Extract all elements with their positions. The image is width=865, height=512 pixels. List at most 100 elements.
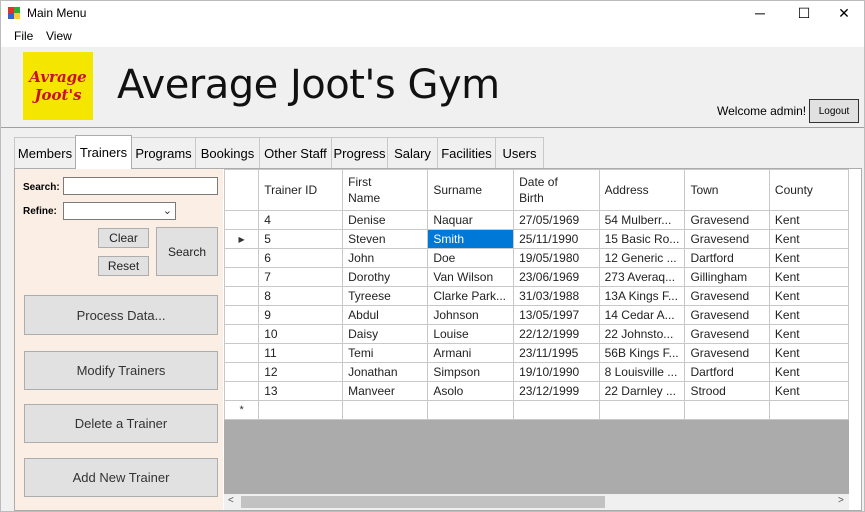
table-cell[interactable]: 5 (258, 229, 344, 249)
table-cell[interactable]: 10 (258, 324, 344, 344)
add-trainer-button[interactable]: Add New Trainer (24, 458, 218, 497)
row-header[interactable]: ▶ (224, 229, 260, 249)
table-cell[interactable]: Naquar (427, 210, 515, 230)
new-row-cell[interactable] (258, 400, 344, 420)
table-cell[interactable]: Gravesend (684, 286, 770, 306)
new-row-cell[interactable] (684, 400, 770, 420)
tab-trainers[interactable]: Trainers (75, 135, 132, 169)
table-cell[interactable]: Kent (768, 343, 849, 363)
table-cell[interactable]: 14 Cedar A... (598, 305, 686, 325)
table-cell[interactable]: Kent (768, 229, 849, 249)
row-header[interactable] (224, 343, 260, 363)
table-cell[interactable]: Jonathan (342, 362, 429, 382)
column-header[interactable]: Date of Birth (513, 169, 600, 211)
row-header[interactable] (224, 381, 260, 401)
column-header[interactable]: County (768, 169, 849, 211)
table-cell[interactable]: Kent (768, 381, 849, 401)
column-header[interactable]: Address (598, 169, 686, 211)
scroll-right-icon[interactable]: > (838, 495, 844, 506)
table-cell[interactable]: Abdul (342, 305, 429, 325)
table-cell[interactable]: Kent (768, 210, 849, 230)
reset-button[interactable]: Reset (98, 256, 149, 276)
new-row[interactable]: * (224, 400, 849, 420)
new-row-header[interactable]: * (224, 400, 260, 420)
table-cell[interactable]: John (342, 248, 429, 268)
table-cell[interactable]: Johnson (427, 305, 515, 325)
new-row-cell[interactable] (598, 400, 686, 420)
table-row[interactable]: 4 Denise Naquar 27/05/1969 54 Mulberr... Grav… (224, 210, 849, 230)
table-cell[interactable]: Tyreese (342, 286, 429, 306)
table-cell[interactable]: Kent (768, 324, 849, 344)
table-cell[interactable]: 19/05/1980 (513, 248, 600, 268)
refine-dropdown[interactable]: ⌄ (63, 202, 176, 220)
table-cell[interactable]: Manveer (342, 381, 429, 401)
table-cell[interactable]: Asolo (427, 381, 515, 401)
table-cell[interactable]: 23/11/1995 (513, 343, 600, 363)
table-cell[interactable]: 13/05/1997 (513, 305, 600, 325)
menu-view[interactable]: View (46, 29, 72, 43)
logout-button[interactable]: Logout (809, 99, 859, 123)
search-button[interactable]: Search (156, 227, 218, 276)
table-cell[interactable]: Steven (342, 229, 429, 249)
tab-progress[interactable]: Progress (331, 137, 388, 168)
row-header[interactable] (224, 210, 260, 230)
minimize-button[interactable]: ─ (738, 1, 782, 25)
table-cell[interactable]: 23/06/1969 (513, 267, 600, 287)
table-cell[interactable]: Gravesend (684, 305, 770, 325)
modify-trainers-button[interactable]: Modify Trainers (24, 351, 218, 390)
row-header[interactable] (224, 248, 260, 268)
table-cell[interactable]: Dartford (684, 248, 770, 268)
table-cell[interactable]: Simpson (427, 362, 515, 382)
tab-other-staff[interactable]: Other Staff (259, 137, 332, 168)
table-cell[interactable]: Temi (342, 343, 429, 363)
table-cell[interactable]: 15 Basic Ro... (598, 229, 686, 249)
column-header[interactable]: First Name (342, 169, 429, 211)
table-cell[interactable]: 7 (258, 267, 344, 287)
new-row-cell[interactable] (342, 400, 429, 420)
trainers-data-grid[interactable]: Trainer ID First Name Surname Date of Birth… (224, 169, 849, 509)
delete-trainer-button[interactable]: Delete a Trainer (24, 404, 218, 443)
search-input[interactable] (63, 177, 218, 195)
table-cell[interactable]: Armani (427, 343, 515, 363)
table-cell[interactable]: Gravesend (684, 343, 770, 363)
table-cell[interactable]: Gravesend (684, 324, 770, 344)
table-cell[interactable]: 27/05/1969 (513, 210, 600, 230)
table-row[interactable]: 8 Tyreese Clarke Park... 31/03/1988 13A King… (224, 286, 849, 306)
new-row-cell[interactable] (768, 400, 849, 420)
table-cell[interactable]: Gillingham (684, 267, 770, 287)
table-cell[interactable]: 22 Darnley ... (598, 381, 686, 401)
tab-programs[interactable]: Programs (131, 137, 196, 168)
row-header[interactable] (224, 324, 260, 344)
table-row[interactable]: 7 Dorothy Van Wilson 23/06/1969 273 Averaq..… (224, 267, 849, 287)
table-cell[interactable]: 31/03/1988 (513, 286, 600, 306)
table-cell[interactable]: 12 (258, 362, 344, 382)
table-cell[interactable]: Gravesend (684, 229, 770, 249)
horizontal-scrollbar[interactable]: < > (224, 494, 849, 510)
table-cell[interactable]: 22 Johnsto... (598, 324, 686, 344)
table-cell[interactable]: 9 (258, 305, 344, 325)
table-cell[interactable]: 8 Louisville ... (598, 362, 686, 382)
new-row-cell[interactable] (513, 400, 600, 420)
row-header[interactable] (224, 286, 260, 306)
table-cell[interactable]: 54 Mulberr... (598, 210, 686, 230)
table-row[interactable]: ▶ 5 Steven Smith 25/11/1990 15 Basic Ro... Gra… (224, 229, 849, 249)
table-cell[interactable]: Daisy (342, 324, 429, 344)
table-cell[interactable]: 4 (258, 210, 344, 230)
table-row[interactable]: 10 Daisy Louise 22/12/1999 22 Johnsto... Grav… (224, 324, 849, 344)
table-cell[interactable]: 13A Kings F... (598, 286, 686, 306)
table-row[interactable]: 11 Temi Armani 23/11/1995 56B Kings F... Grav… (224, 343, 849, 363)
table-cell[interactable]: Kent (768, 267, 849, 287)
table-cell[interactable]: Kent (768, 286, 849, 306)
table-cell[interactable]: Kent (768, 305, 849, 325)
column-header[interactable]: Town (684, 169, 770, 211)
new-row-cell[interactable] (427, 400, 515, 420)
process-data-button[interactable]: Process Data... (24, 295, 218, 335)
table-cell[interactable]: Dartford (684, 362, 770, 382)
table-cell[interactable]: 19/10/1990 (513, 362, 600, 382)
table-cell[interactable]: Clarke Park... (427, 286, 515, 306)
menu-file[interactable]: File (14, 29, 33, 43)
tab-users[interactable]: Users (495, 137, 544, 168)
table-cell[interactable]: Van Wilson (427, 267, 515, 287)
row-header[interactable] (224, 362, 260, 382)
clear-button[interactable]: Clear (98, 228, 149, 248)
